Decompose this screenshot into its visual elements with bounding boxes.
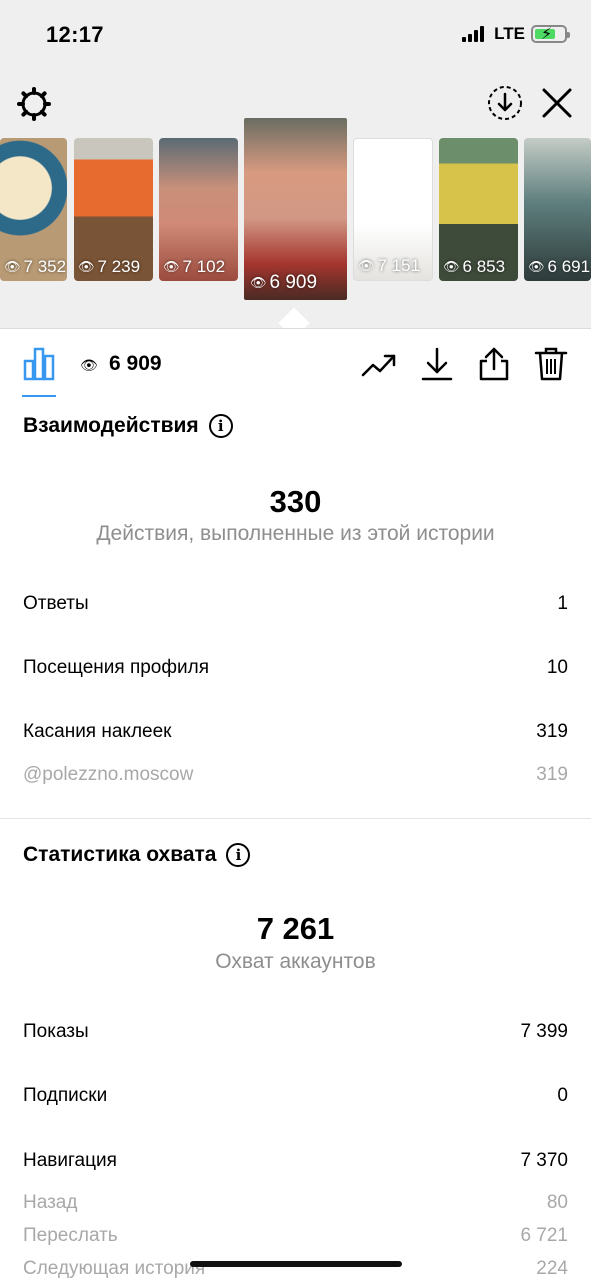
eye-icon: 👁 — [163, 259, 180, 274]
story-views: 👁 6 909 — [250, 272, 318, 293]
trash-icon[interactable] — [532, 345, 570, 383]
eye-icon: 👁 — [250, 275, 267, 290]
status-indicators: LTE ⚡ — [462, 24, 570, 44]
network-type: LTE — [494, 24, 525, 43]
gear-icon[interactable] — [16, 86, 52, 122]
stat-row-impressions: Показы 7 399 — [23, 1021, 568, 1042]
interactions-section-title: Взаимодействия i — [23, 414, 233, 438]
close-icon[interactable] — [540, 86, 574, 120]
reach-section-title: Статистика охвата i — [23, 843, 251, 867]
story-views: 👁 7 352 — [4, 257, 67, 276]
stat-row-sticker-mention[interactable]: @polezzno.moscow 319 — [23, 764, 568, 786]
signal-icon — [462, 26, 485, 42]
trend-icon[interactable] — [360, 345, 398, 383]
eye-icon: 👁 — [4, 259, 21, 274]
insights-toolbar: 👁 6 909 — [0, 328, 591, 398]
stat-row-sticker-taps: Касания наклеек 319 — [23, 721, 568, 742]
status-bar: 12:17 LTE ⚡ — [0, 0, 591, 70]
bar-chart-icon[interactable] — [22, 345, 58, 381]
download-circle-icon[interactable] — [486, 84, 524, 122]
story-header: 👁 7 352 👁 7 239 👁 7 102 👁 6 909 👁 7 151 👁 6 85… — [0, 70, 591, 339]
story-views: 👁 7 239 — [78, 257, 141, 276]
story-thumbnail[interactable]: 👁 7 352 — [0, 138, 67, 281]
view-count: 6 909 — [109, 352, 162, 375]
status-time: 12:17 — [46, 22, 104, 47]
interactions-total: 330 — [269, 484, 322, 519]
stat-row-replies: Ответы 1 — [23, 593, 568, 614]
story-views: 👁 6 853 — [443, 257, 506, 276]
share-icon[interactable] — [475, 345, 513, 383]
story-thumbnail[interactable]: 👁 7 102 — [159, 138, 238, 281]
story-thumbnail[interactable]: 👁 6 691 — [524, 138, 591, 281]
eye-icon: 👁 — [528, 259, 545, 274]
story-thumbnail[interactable]: 👁 6 853 — [439, 138, 518, 281]
battery-icon: ⚡ — [531, 25, 570, 43]
story-views: 👁 7 102 — [163, 257, 226, 276]
info-icon[interactable]: i — [226, 843, 251, 867]
eye-icon: 👁 — [80, 357, 98, 373]
home-indicator[interactable] — [190, 1261, 402, 1267]
story-thumbnail[interactable]: 👁 7 151 — [353, 138, 433, 281]
stat-row-back: Назад 80 — [23, 1192, 568, 1213]
story-thumbnail-selected[interactable]: 👁 6 909 — [244, 118, 347, 300]
info-icon[interactable]: i — [208, 414, 233, 438]
reach-total: 7 261 — [256, 911, 335, 946]
story-thumbnail[interactable]: 👁 7 239 — [74, 138, 153, 281]
story-views: 👁 6 691 — [528, 257, 591, 276]
stat-row-forward: Переслать 6 721 — [23, 1225, 568, 1246]
stat-row-navigation: Навигация 7 370 — [23, 1150, 568, 1171]
reach-total-label: Охват аккаунтов — [215, 950, 376, 973]
download-icon[interactable] — [418, 345, 456, 383]
section-divider — [0, 818, 591, 819]
eye-icon: 👁 — [358, 258, 375, 273]
stat-row-follows: Подписки 0 — [23, 1085, 568, 1106]
tab-underline — [22, 395, 56, 397]
stat-row-profile-visits: Посещения профиля 10 — [23, 657, 568, 678]
eye-icon: 👁 — [443, 259, 460, 274]
interactions-total-label: Действия, выполненные из этой истории — [96, 522, 495, 545]
eye-icon: 👁 — [78, 259, 95, 274]
story-views: 👁 7 151 — [358, 256, 421, 275]
